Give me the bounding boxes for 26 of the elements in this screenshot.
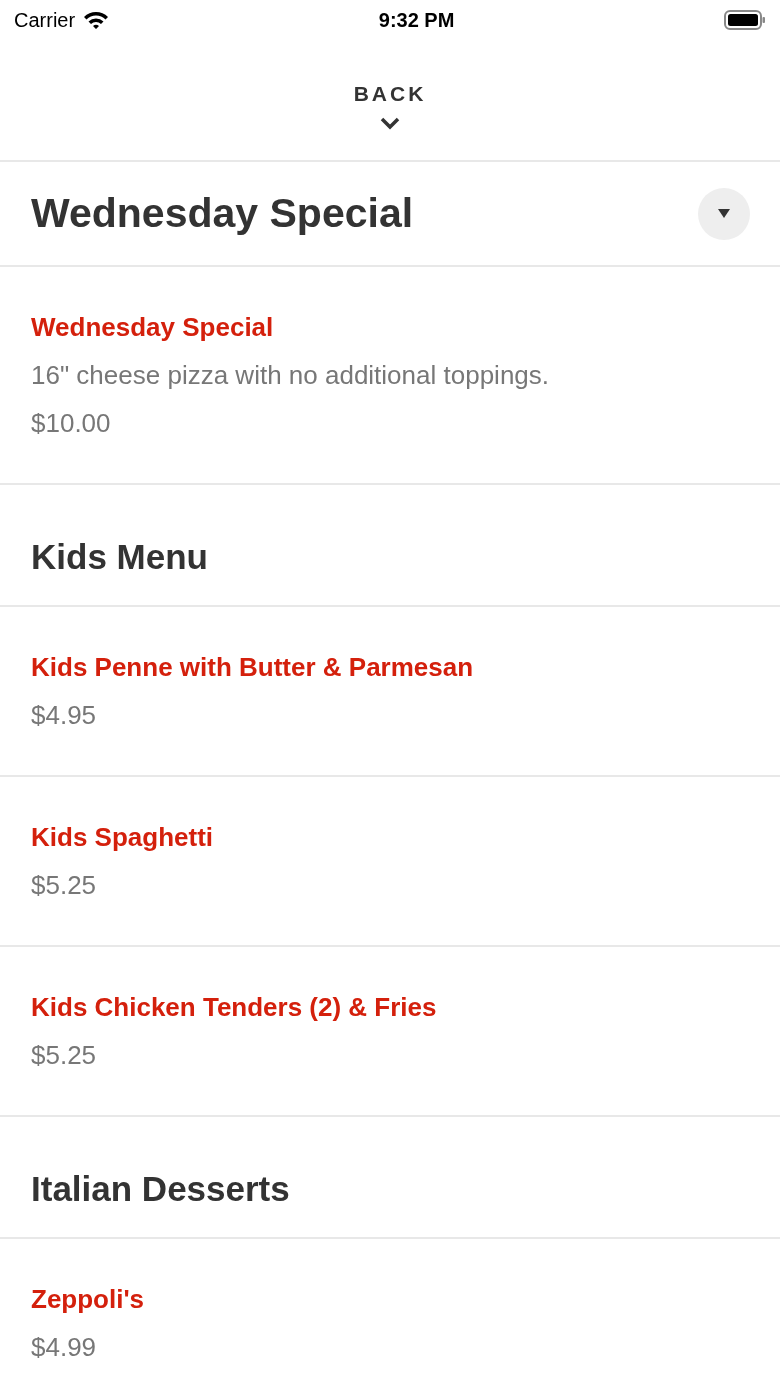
item-price: $4.99: [31, 1331, 98, 1364]
menu-item[interactable]: Wednesday Special 16" cheese pizza with no additional toppings. $10.00: [0, 267, 780, 485]
menu-item[interactable]: Zeppoli's $4.99: [0, 1239, 780, 1387]
item-description: 16" cheese pizza with no additional toppings.: [31, 359, 551, 392]
back-button[interactable]: BACK: [353, 70, 427, 130]
menu-item[interactable]: Kids Spaghetti $5.25: [0, 777, 780, 947]
menu-item[interactable]: Kids Penne with Butter & Parmesan $4.95: [0, 607, 780, 777]
battery-icon: [724, 10, 766, 30]
item-name: Zeppoli's: [31, 1283, 146, 1316]
section-heading: Kids Menu: [31, 537, 209, 577]
caret-down-icon: [718, 209, 730, 218]
carrier-label: Carrier: [14, 8, 76, 33]
item-name: Kids Spaghetti: [31, 821, 214, 854]
menu-title: Wednesday Special: [31, 188, 414, 238]
menu-item[interactable]: Kids Chicken Tenders (2) & Fries $5.25: [0, 947, 780, 1117]
wifi-icon: [83, 10, 110, 30]
item-name: Kids Penne with Butter & Parmesan: [31, 651, 475, 684]
item-name: Wednesday Special: [31, 311, 275, 344]
item-price: $5.25: [31, 1039, 98, 1072]
item-price: $4.95: [31, 699, 98, 732]
chevron-down-icon: [379, 115, 401, 130]
item-price: $5.25: [31, 869, 98, 902]
item-name: Kids Chicken Tenders (2) & Fries: [31, 991, 438, 1024]
item-price: $10.00: [31, 407, 112, 440]
clock-time: 9:32 PM: [378, 8, 455, 33]
section-heading: Italian Desserts: [31, 1169, 291, 1209]
